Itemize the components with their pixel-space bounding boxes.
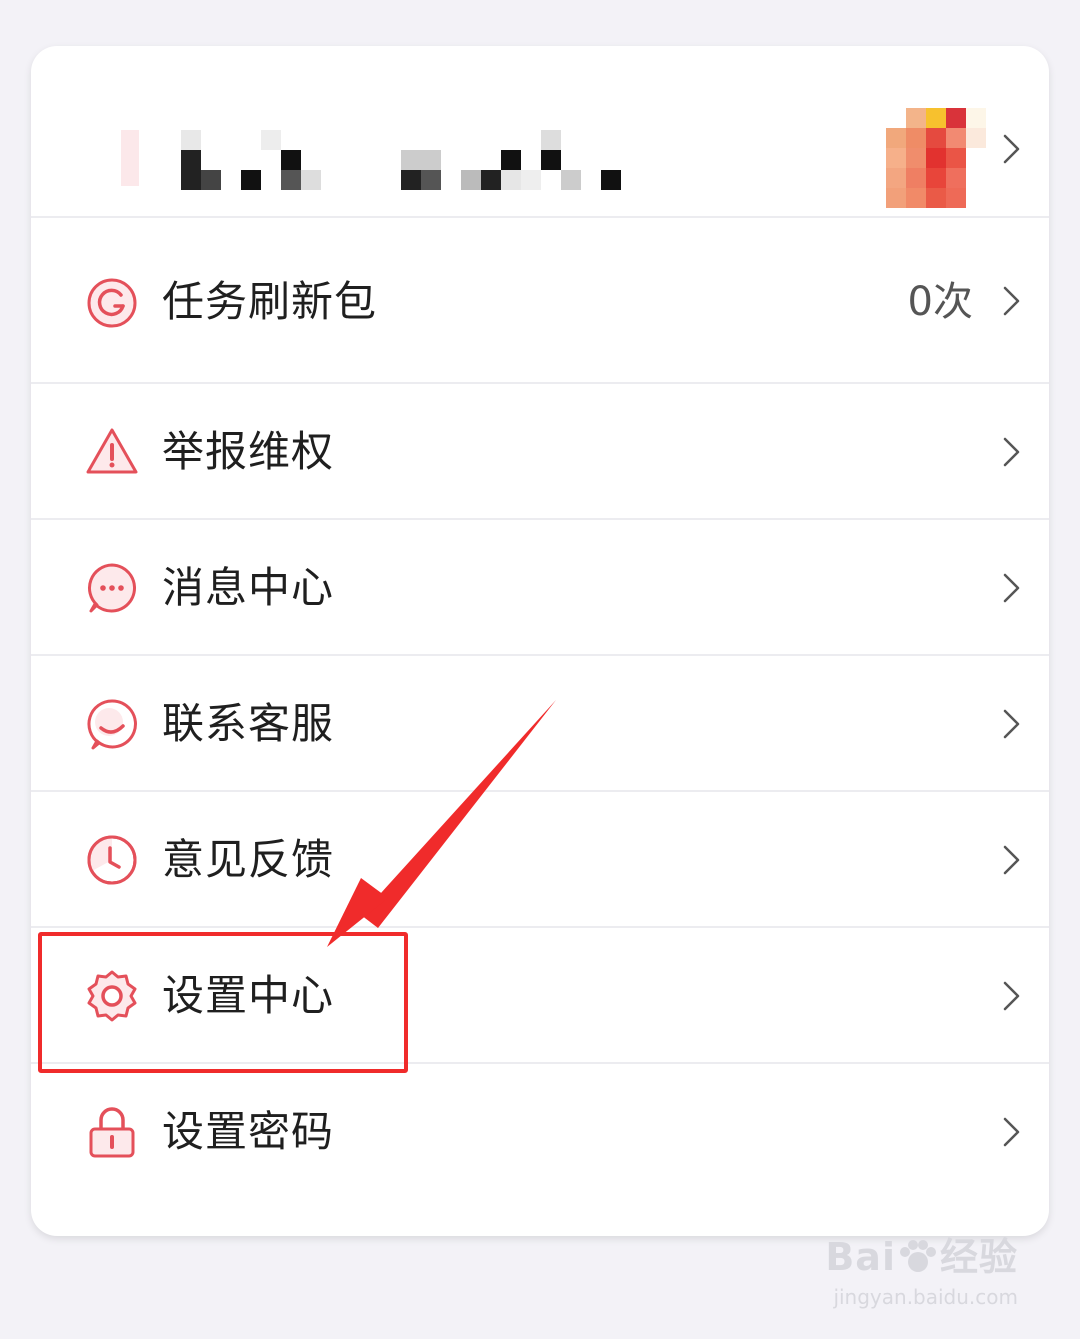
chevron-right-icon xyxy=(1001,435,1023,469)
chevron-right-icon xyxy=(1001,571,1023,605)
refresh-icon xyxy=(85,276,139,330)
user-name-pixelated xyxy=(116,124,636,194)
menu-item-label: 举报维权 xyxy=(162,427,335,476)
menu-item-report[interactable]: 举报维权 xyxy=(31,384,1049,520)
warning-icon xyxy=(85,425,139,479)
menu-item-set-password[interactable]: 设置密码 xyxy=(31,1064,1049,1200)
clock-icon xyxy=(85,833,139,887)
chevron-right-icon xyxy=(1001,707,1023,741)
chevron-right-icon xyxy=(1001,284,1023,318)
menu-item-label: 设置密码 xyxy=(162,1107,335,1156)
lock-icon xyxy=(85,1105,139,1159)
refresh-count: 0次 xyxy=(907,279,973,325)
menu-item-customer-service[interactable]: 联系客服 xyxy=(31,656,1049,792)
message-icon xyxy=(85,561,139,615)
customer-service-icon xyxy=(85,697,139,751)
avatar[interactable] xyxy=(886,98,1012,210)
profile-header[interactable] xyxy=(31,46,1049,218)
menu-item-label: 消息中心 xyxy=(162,563,335,612)
watermark-brand: Bai 经验 xyxy=(825,1235,1018,1279)
paw-icon xyxy=(896,1239,940,1272)
menu-item-label: 意见反馈 xyxy=(162,835,335,884)
watermark-url: jingyan.baidu.com xyxy=(833,1285,1018,1309)
menu-item-label: 任务刷新包 xyxy=(162,277,378,326)
chevron-right-icon xyxy=(1001,979,1023,1013)
chevron-right-icon xyxy=(1001,843,1023,877)
watermark: Bai 经验 jingyan.baidu.com xyxy=(825,1226,1018,1309)
chevron-right-icon xyxy=(1001,1115,1023,1149)
chevron-right-icon xyxy=(1001,132,1023,166)
menu-item-task-refresh[interactable]: 任务刷新包 0次 xyxy=(31,218,1049,384)
menu-item-label: 联系客服 xyxy=(162,699,335,748)
annotation-highlight-box xyxy=(38,932,408,1073)
menu-item-feedback[interactable]: 意见反馈 xyxy=(31,792,1049,928)
menu-item-messages[interactable]: 消息中心 xyxy=(31,520,1049,656)
